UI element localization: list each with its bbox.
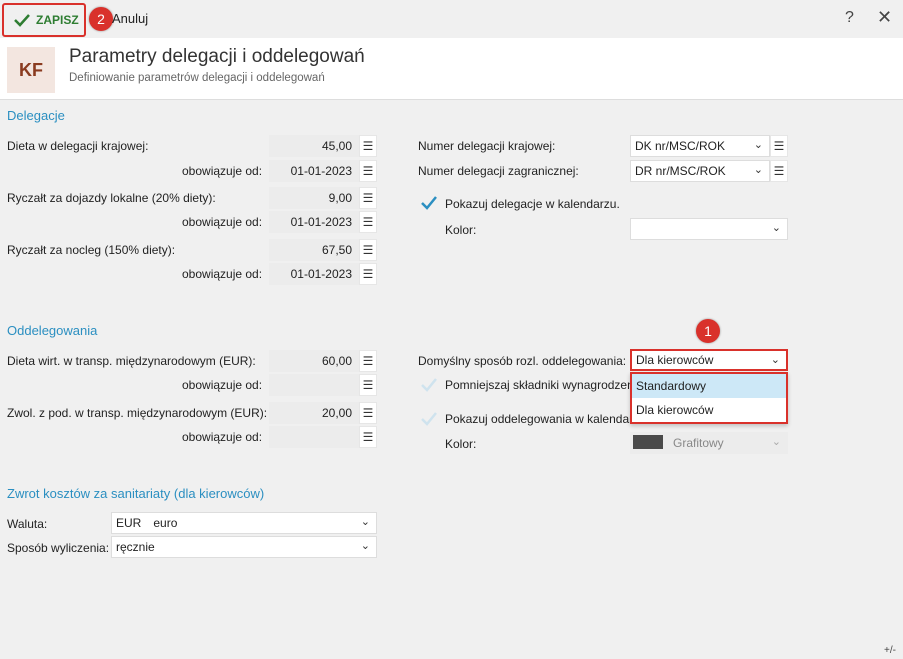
waluta-name: euro xyxy=(153,516,178,530)
save-label: ZAPISZ xyxy=(36,13,79,27)
ryczalt-nocleg-date-field[interactable]: 01-01-2023 xyxy=(269,263,359,285)
dieta-kraj-label: Dieta w delegacji krajowej: xyxy=(7,139,149,153)
close-icon[interactable]: ✕ xyxy=(877,7,892,28)
numer-zagr-select[interactable]: DR nr/MSC/ROK ⌄ xyxy=(630,160,770,182)
chevron-down-icon: ⌄ xyxy=(753,139,763,151)
help-icon[interactable]: ? xyxy=(845,9,854,27)
sposob-label: Sposób wyliczenia: xyxy=(7,541,110,555)
section-zwrot-title: Zwrot kosztów za sanitariaty (dla kierow… xyxy=(7,486,265,501)
obowiazuje-label: obowiązuje od: xyxy=(182,267,263,281)
numer-zagr-label: Numer delegacji zagranicznej: xyxy=(418,164,579,178)
save-button[interactable]: ZAPISZ xyxy=(2,3,86,37)
numer-kraj-value: DK nr/MSC/ROK xyxy=(635,139,726,153)
numer-kraj-label: Numer delegacji krajowej: xyxy=(418,139,556,153)
ryczalt-nocleg-field[interactable]: 67,50 xyxy=(269,239,359,261)
chevron-down-icon: ⌄ xyxy=(753,164,763,176)
domyslny-dropdown-list: Standardowy Dla kierowców xyxy=(630,372,788,424)
cancel-button[interactable]: Anuluj xyxy=(112,11,148,26)
delegacje-kolor-select[interactable]: ⌄ xyxy=(630,218,788,240)
page-header: KF Parametry delegacji i oddelegowań Def… xyxy=(0,38,903,100)
domyslny-label: Domyślny sposób rozl. oddelegowania: xyxy=(418,354,627,368)
ryczalt-nocleg-menu-icon[interactable]: ☰ xyxy=(359,239,377,261)
page-subtitle: Definiowanie parametrów delegacji i odde… xyxy=(69,72,325,84)
chevron-down-icon: ⌄ xyxy=(360,540,370,552)
checkmark-icon xyxy=(14,14,30,27)
ryczalt-nocleg-date-menu-icon[interactable]: ☰ xyxy=(359,263,377,285)
zwol-label: Zwol. z pod. w transp. międzynarodowym (… xyxy=(7,406,268,420)
chevron-down-icon: ⌄ xyxy=(360,516,370,528)
dieta-wirt-field[interactable]: 60,00 xyxy=(269,350,359,372)
plusminus-toggle[interactable]: +/- xyxy=(884,645,896,656)
pokazuj-delegacje-label: Pokazuj delegacje w kalendarzu. xyxy=(445,197,620,211)
zwol-menu-icon[interactable]: ☰ xyxy=(359,402,377,424)
annotation-marker-1: 1 xyxy=(696,319,720,343)
numer-kraj-select[interactable]: DK nr/MSC/ROK ⌄ xyxy=(630,135,770,157)
obowiazuje-label: obowiązuje od: xyxy=(182,164,263,178)
pomniejszaj-checkbox[interactable] xyxy=(420,376,438,394)
dieta-wirt-date-field[interactable] xyxy=(269,374,359,396)
numer-zagr-value: DR nr/MSC/ROK xyxy=(635,164,726,178)
ryczalt-dojazdy-date-field[interactable]: 01-01-2023 xyxy=(269,211,359,233)
ryczalt-dojazdy-date-menu-icon[interactable]: ☰ xyxy=(359,211,377,233)
domyslny-value: Dla kierowców xyxy=(636,353,714,367)
ryczalt-dojazdy-menu-icon[interactable]: ☰ xyxy=(359,187,377,209)
numer-kraj-menu-icon[interactable]: ☰ xyxy=(770,135,788,157)
checkmark-icon xyxy=(421,196,437,210)
avatar: KF xyxy=(7,47,55,93)
domyslny-select[interactable]: Dla kierowców ⌄ xyxy=(630,349,788,371)
dieta-wirt-date-menu-icon[interactable]: ☰ xyxy=(359,374,377,396)
ryczalt-dojazdy-label: Ryczałt za dojazdy lokalne (20% diety): xyxy=(7,191,216,205)
pokazuj-oddelegowania-label: Pokazuj oddelegowania w kalendar xyxy=(445,412,634,426)
obowiazuje-label: obowiązuje od: xyxy=(182,430,263,444)
sposob-select[interactable]: ręcznie ⌄ xyxy=(111,536,377,558)
obowiazuje-label: obowiązuje od: xyxy=(182,378,263,392)
zwol-field[interactable]: 20,00 xyxy=(269,402,359,424)
ryczalt-nocleg-label: Ryczałt za nocleg (150% diety): xyxy=(7,243,176,257)
chevron-down-icon: ⌄ xyxy=(771,222,781,234)
ryczalt-dojazdy-field[interactable]: 9,00 xyxy=(269,187,359,209)
chevron-down-icon: ⌄ xyxy=(771,436,781,448)
kolor-label: Kolor: xyxy=(445,223,477,237)
numer-zagr-menu-icon[interactable]: ☰ xyxy=(770,160,788,182)
annotation-marker-2: 2 xyxy=(89,7,113,31)
section-delegacje-title: Delegacje xyxy=(7,108,65,123)
kolor-value: Grafitowy xyxy=(673,436,724,450)
page-title: Parametry delegacji i oddelegowań xyxy=(69,46,365,67)
dieta-kraj-field[interactable]: 45,00 xyxy=(269,135,359,157)
checkmark-icon xyxy=(421,378,437,392)
color-swatch xyxy=(633,435,663,449)
pokazuj-oddelegowania-checkbox[interactable] xyxy=(420,410,438,428)
pomniejszaj-label: Pomniejszaj składniki wynagrodzen xyxy=(445,378,634,392)
kolor-label: Kolor: xyxy=(445,437,477,451)
dropdown-option-standardowy[interactable]: Standardowy xyxy=(632,374,786,398)
dieta-wirt-label: Dieta wirt. w transp. międzynarodowym (E… xyxy=(7,354,256,368)
pokazuj-delegacje-checkbox[interactable] xyxy=(420,194,438,212)
dieta-wirt-menu-icon[interactable]: ☰ xyxy=(359,350,377,372)
dieta-kraj-date-field[interactable]: 01-01-2023 xyxy=(269,160,359,182)
waluta-code: EUR xyxy=(116,516,142,530)
waluta-select[interactable]: EUR euro ⌄ xyxy=(111,512,377,534)
waluta-label: Waluta: xyxy=(7,517,48,531)
zwol-date-menu-icon[interactable]: ☰ xyxy=(359,426,377,448)
dieta-kraj-menu-icon[interactable]: ☰ xyxy=(359,135,377,157)
zwol-date-field[interactable] xyxy=(269,426,359,448)
dropdown-option-dla-kierowcow[interactable]: Dla kierowców xyxy=(632,398,786,422)
sposob-value: ręcznie xyxy=(116,540,155,554)
checkmark-icon xyxy=(421,412,437,426)
dieta-kraj-date-menu-icon[interactable]: ☰ xyxy=(359,160,377,182)
toolbar: ZAPISZ 2 Anuluj ? ✕ xyxy=(0,0,903,38)
chevron-down-icon: ⌄ xyxy=(770,354,780,366)
obowiazuje-label: obowiązuje od: xyxy=(182,215,263,229)
section-oddelegowania-title: Oddelegowania xyxy=(7,323,98,338)
